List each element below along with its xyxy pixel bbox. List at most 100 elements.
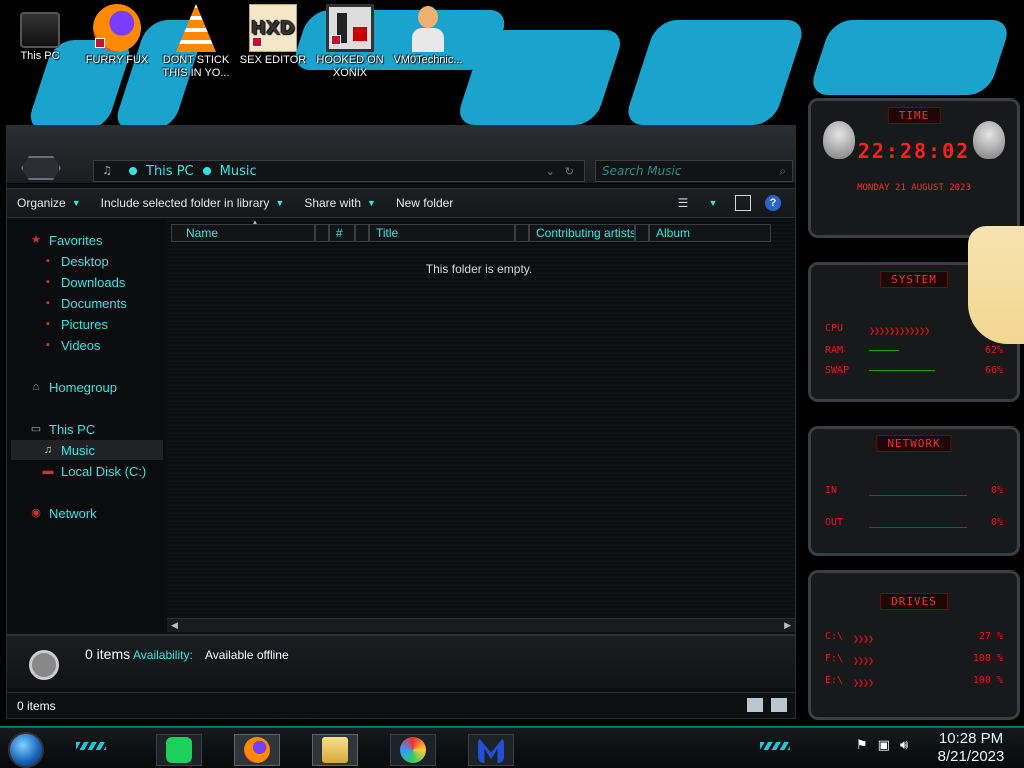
taskbar-app-notes[interactable] (156, 734, 202, 766)
ram-label: RAM (825, 345, 844, 356)
column-header-spacer[interactable] (355, 224, 369, 242)
nav-pictures[interactable]: ▪ Pictures (41, 314, 108, 334)
nav-label: Favorites (49, 232, 103, 248)
column-header-album[interactable]: Album (649, 224, 771, 242)
nav-music[interactable]: ♫ Music (11, 440, 163, 460)
nav-this-pc[interactable]: ▭ This PC (29, 419, 95, 439)
shortcut-arrow-icon (331, 35, 341, 45)
status-bar: 0 items (7, 692, 795, 718)
window-titlebar[interactable]: ♫ This PC Music ⌄ ↻ Search Music ⌕ (7, 126, 795, 184)
network-gadget[interactable]: NETWORK IN 0% OUT 0% (808, 426, 1020, 556)
horizontal-scrollbar[interactable]: ◀ ▶ (167, 618, 795, 632)
nav-network[interactable]: ◉ Network (29, 503, 97, 523)
nav-downloads[interactable]: ▪ Downloads (41, 272, 125, 292)
shortcut-arrow-icon (95, 38, 105, 48)
homegroup-icon: ⌂ (32, 381, 40, 393)
column-header-spacer[interactable] (315, 224, 329, 242)
new-folder-label: New folder (395, 196, 454, 210)
file-list[interactable]: ▲ Name # Title Contributing artists Albu… (167, 218, 795, 632)
taskbar-clock[interactable]: 10:28 PM 8/21/2023 (926, 730, 1016, 766)
organize-label: Organize (17, 196, 66, 210)
chevron-down-icon[interactable]: ▼ (705, 195, 721, 211)
column-header-spacer[interactable] (515, 224, 529, 242)
breadcrumb-separator-icon[interactable] (202, 167, 211, 175)
search-placeholder: Search Music (602, 164, 682, 178)
column-headers: ▲ Name # Title Contributing artists Albu… (167, 218, 795, 242)
nav-label: Network (49, 505, 97, 521)
nav-label: This PC (49, 421, 96, 437)
network-out-row: OUT 0% (825, 517, 1003, 528)
column-header-spacer[interactable] (635, 224, 649, 242)
taskbar-app-paint[interactable] (390, 734, 436, 766)
pictures-folder-icon: ▪ (46, 318, 50, 330)
desktop-icon-sex-editor[interactable]: HXD SEX EDITOR (235, 4, 311, 67)
preview-pane-icon[interactable] (735, 195, 751, 211)
nav-label: Music (61, 442, 95, 458)
volume-icon[interactable]: 🔊︎ (900, 738, 908, 753)
availability-label: Availability: (133, 648, 193, 662)
star-icon: ★ (31, 234, 41, 246)
organize-button[interactable]: Organize ▼ (7, 189, 91, 217)
address-dropdown-icon[interactable]: ⌄ (546, 165, 555, 178)
scroll-right-icon[interactable]: ▶ (784, 619, 791, 633)
nav-documents[interactable]: ▪ Documents (41, 293, 127, 313)
nav-videos[interactable]: ▪ Videos (41, 335, 100, 355)
column-header-contributing-artists[interactable]: Contributing artists (529, 224, 635, 242)
desktop-icon-furry-fux[interactable]: FURRY FUX (79, 4, 155, 67)
search-input[interactable]: Search Music ⌕ (595, 160, 793, 182)
desktop-icon-label: HOOKED ON XONIX (316, 54, 384, 79)
new-folder-button[interactable]: New folder (386, 189, 463, 217)
network-in-graph (869, 486, 967, 496)
nav-label: Documents (61, 295, 127, 311)
shortcut-arrow-icon (252, 37, 262, 47)
drives-gadget[interactable]: DRIVES C:\ ❯❯❯❯ 27 % F:\ ❯❯❯❯ 100 % E:\ … (808, 570, 1020, 720)
nav-desktop[interactable]: ▪ Desktop (41, 251, 109, 271)
disk-drive-icon: ▬ (42, 465, 54, 477)
breadcrumb-music[interactable]: Music (220, 164, 257, 179)
chevron-down-icon: ▼ (71, 198, 81, 208)
desktop-icon-dont-stick[interactable]: DONT STICK THIS IN YO... (158, 4, 234, 80)
details-view-icon[interactable] (747, 698, 763, 712)
nav-local-disk[interactable]: ▬ Local Disk (C:) (41, 461, 147, 481)
start-button[interactable] (8, 732, 44, 768)
taskbar-app-file-explorer[interactable] (312, 734, 358, 766)
availability-value: Available offline (205, 648, 289, 662)
large-icons-view-icon[interactable] (771, 698, 787, 712)
drive-e-value: 100 % (972, 675, 1003, 686)
gadget-clock-time: 22:28:02 (857, 139, 971, 163)
nav-label: Desktop (61, 253, 109, 269)
vlc-cone-icon (176, 4, 216, 52)
desktop-icon-vm0technic[interactable]: VM0Technic... (390, 4, 466, 67)
taskbar-app-malwarebytes[interactable] (468, 734, 514, 766)
window-emblem-icon (21, 156, 61, 180)
search-icon[interactable]: ⌕ (779, 164, 786, 179)
column-header-number[interactable]: # (329, 224, 355, 242)
swap-value: 66% (984, 365, 1003, 376)
taskbar-app-firefox[interactable] (234, 734, 280, 766)
include-in-library-button[interactable]: Include selected folder in library ▼ (91, 189, 295, 217)
address-bar[interactable]: ♫ This PC Music ⌄ ↻ (93, 160, 585, 182)
share-with-button[interactable]: Share with ▼ (294, 189, 386, 217)
network-icon: ◉ (31, 507, 41, 519)
network-status-icon[interactable]: ▣ (878, 738, 890, 753)
column-header-name[interactable]: Name (171, 224, 315, 242)
ram-graph (869, 348, 967, 354)
desktop-folder-icon: ▪ (46, 255, 50, 267)
nav-favorites[interactable]: ★ Favorites (29, 230, 102, 250)
view-options-icon[interactable]: ☰ (675, 195, 691, 211)
swap-graph (869, 368, 967, 374)
breadcrumb-this-pc[interactable]: This PC (146, 164, 194, 179)
column-header-title[interactable]: Title (369, 224, 515, 242)
taskbar-date: 8/21/2023 (937, 748, 1005, 765)
nav-label: Local Disk (C:) (61, 463, 147, 479)
help-icon[interactable]: ? (765, 195, 781, 211)
clock-gadget[interactable]: TIME 22:28:02 MONDAY 21 AUGUST 2023 (808, 98, 1020, 238)
drive-c-meter: ❯❯❯❯ (853, 633, 874, 645)
refresh-icon[interactable]: ↻ (565, 165, 574, 178)
nav-homegroup[interactable]: ⌂ Homegroup (29, 377, 117, 397)
desktop-icon-hooked-on-xonix[interactable]: HOOKED ON XONIX (312, 4, 388, 80)
desktop-icon-this-pc[interactable]: This PC (2, 4, 78, 63)
scroll-left-icon[interactable]: ◀ (171, 619, 178, 633)
taskbar: ⚑ ▣ 🔊︎ 10:28 PM 8/21/2023 (0, 726, 1024, 768)
action-center-flag-icon[interactable]: ⚑ (856, 738, 868, 753)
